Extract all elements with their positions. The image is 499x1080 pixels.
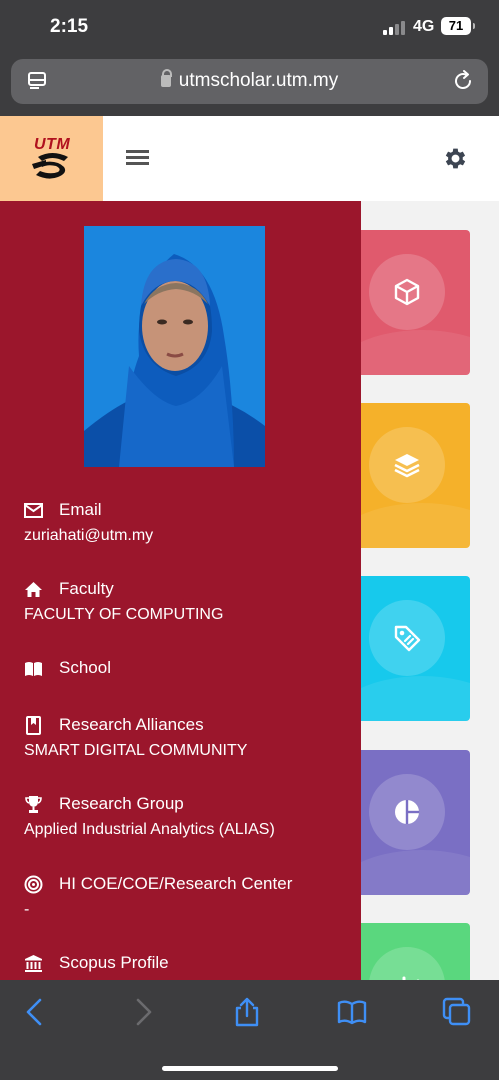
home-indicator[interactable] xyxy=(162,1066,338,1071)
profile-field-faculty: Faculty FACULTY OF COMPUTING xyxy=(24,578,344,624)
signal-icon xyxy=(383,21,407,35)
gear-icon[interactable] xyxy=(442,145,469,172)
field-value[interactable]: zuriahati@utm.my xyxy=(24,527,344,545)
bookmark-book-icon xyxy=(26,715,41,735)
browser-toolbar xyxy=(0,980,499,1080)
profile-field-scopus: Scopus Profile xyxy=(24,952,344,974)
home-icon xyxy=(25,581,42,597)
field-label: HI COE/COE/Research Center xyxy=(59,874,293,893)
profile-field-research-alliances: Research Alliances SMART DIGITAL COMMUNI… xyxy=(24,714,344,760)
menu-icon[interactable] xyxy=(126,150,149,166)
status-time: 2:15 xyxy=(50,16,89,37)
tabs-icon[interactable] xyxy=(442,997,472,1027)
profile-field-research-center: HI COE/COE/Research Center - xyxy=(24,873,344,919)
tag-icon xyxy=(394,625,421,652)
trophy-icon xyxy=(25,795,42,813)
field-label: Email xyxy=(59,500,102,519)
lock-icon xyxy=(160,69,172,87)
field-value: FACULTY OF COMPUTING xyxy=(24,606,224,623)
layers-icon xyxy=(394,454,420,478)
back-icon[interactable] xyxy=(20,997,50,1027)
dashboard-tile[interactable] xyxy=(352,403,470,548)
bar-chart-icon xyxy=(402,976,420,980)
field-label: Research Group xyxy=(59,794,184,813)
scholar-logo-icon xyxy=(32,153,68,179)
profile-field-research-group: Research Group Applied Industrial Analyt… xyxy=(24,793,344,839)
url-display[interactable]: utmscholar.utm.my xyxy=(11,69,488,92)
cube-icon xyxy=(394,278,420,306)
url-text: utmscholar.utm.my xyxy=(178,70,339,91)
dashboard-tile[interactable] xyxy=(352,923,470,980)
dashboard-tile[interactable] xyxy=(352,230,470,375)
forward-icon[interactable] xyxy=(128,997,158,1027)
bookmarks-icon[interactable] xyxy=(337,997,367,1027)
target-icon xyxy=(24,875,43,893)
network-type: 4G xyxy=(413,18,435,35)
email-icon xyxy=(24,502,43,518)
address-bar[interactable]: utmscholar.utm.my xyxy=(11,59,488,104)
top-navbar: UTM xyxy=(0,116,499,201)
field-value: - xyxy=(24,901,30,918)
field-label[interactable]: Scopus Profile xyxy=(59,953,169,973)
status-bar: 2:15 4G 71 xyxy=(0,0,499,56)
web-content: UTM Email zuriahati@utm.my Faculty FACUL… xyxy=(0,116,499,980)
field-value: SMART DIGITAL COMMUNITY xyxy=(24,742,248,759)
profile-field-email: Email zuriahati@utm.my xyxy=(24,499,344,545)
profile-sidebar: Email zuriahati@utm.my Faculty FACULTY O… xyxy=(0,201,361,980)
pie-chart-icon xyxy=(395,800,419,824)
dashboard-tile[interactable] xyxy=(352,750,470,895)
profile-field-school: School xyxy=(24,657,344,679)
field-label: Faculty xyxy=(59,579,114,598)
book-icon xyxy=(25,661,42,676)
reload-icon[interactable] xyxy=(452,70,474,92)
share-icon[interactable] xyxy=(232,997,262,1027)
field-value: Applied Industrial Analytics (ALIAS) xyxy=(24,821,275,838)
bank-icon xyxy=(25,954,42,972)
dashboard-tile[interactable] xyxy=(352,576,470,721)
profile-photo xyxy=(84,226,265,467)
battery-icon: 71 xyxy=(441,17,475,35)
dashboard-tiles xyxy=(352,201,499,980)
logo[interactable]: UTM xyxy=(0,116,103,201)
field-label: Research Alliances xyxy=(59,715,204,734)
field-label: School xyxy=(59,658,111,677)
